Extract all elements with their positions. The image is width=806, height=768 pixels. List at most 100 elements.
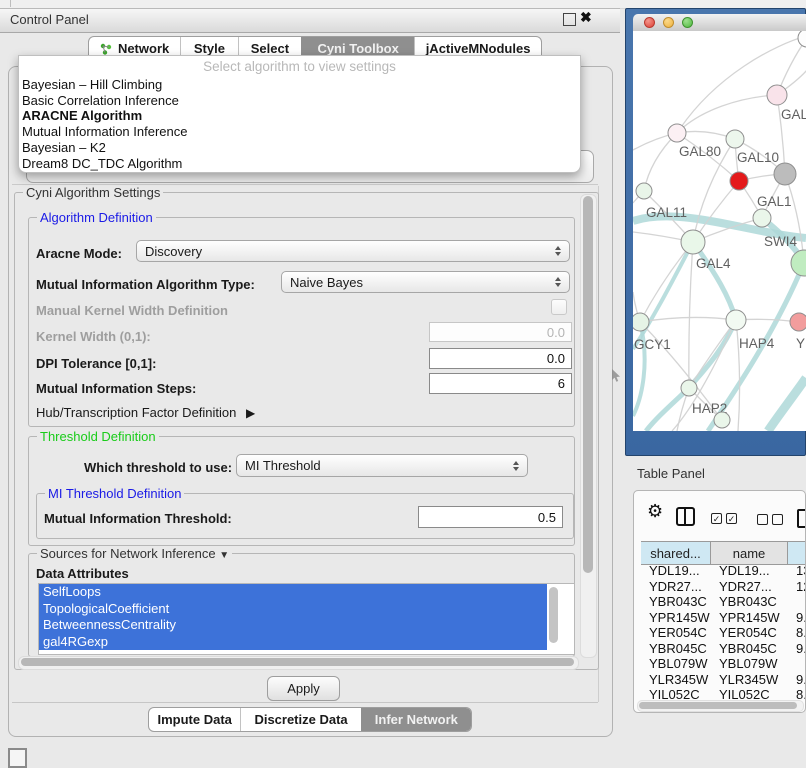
network-node-hap2[interactable] — [681, 380, 697, 396]
column-header-1[interactable]: shared... — [641, 542, 711, 564]
float-panel-mini-icon[interactable] — [8, 748, 27, 768]
table-row[interactable]: YPR145WYPR145W9. — [641, 610, 806, 626]
network-edge[interactable] — [689, 320, 736, 388]
network-node[interactable] — [798, 31, 806, 47]
aracne-mode-combo[interactable]: Discovery — [136, 240, 570, 262]
network-node[interactable] — [774, 163, 796, 185]
tab-discretize-data[interactable]: Discretize Data — [240, 708, 360, 731]
attribute-item[interactable]: SelfLoops — [39, 584, 547, 601]
table-cell[interactable]: YBR045C — [641, 641, 711, 657]
network-node[interactable] — [714, 412, 730, 428]
which-threshold-combo[interactable]: MI Threshold — [236, 454, 528, 477]
table-cell[interactable]: YDR27... — [711, 579, 788, 595]
table-row[interactable]: YLR345WYLR345W9. — [641, 672, 806, 688]
table-row[interactable]: YBL079WYBL079W — [641, 656, 806, 672]
table-cell[interactable]: YDR27... — [641, 579, 711, 595]
zoom-traffic-light-icon[interactable] — [682, 17, 693, 28]
network-node-gal1[interactable] — [730, 172, 748, 190]
list-scrollbar-thumb[interactable] — [549, 587, 558, 643]
network-edge[interactable] — [693, 242, 736, 320]
hub-definition-toggle[interactable]: Hub/Transcription Factor Definition ▶ — [36, 405, 255, 420]
deselect-all-icon[interactable] — [757, 514, 783, 525]
table-row[interactable]: YBR045CYBR045C9. — [641, 641, 806, 657]
network-edge[interactable] — [689, 242, 693, 388]
kernel-width-field[interactable] — [429, 322, 572, 342]
attribute-item[interactable]: BetweennessCentrality — [39, 617, 547, 634]
tab-infer-network[interactable]: Infer Network — [361, 708, 471, 731]
mi-threshold-field[interactable] — [418, 506, 563, 528]
network-node-gal[interactable] — [767, 85, 787, 105]
settings-hscroll-thumb[interactable] — [21, 658, 574, 666]
table-cell[interactable]: YLR345W — [641, 672, 711, 688]
network-edge[interactable] — [768, 378, 806, 431]
table-cell[interactable]: YBR043C — [711, 594, 788, 610]
table-cell[interactable]: YPR145W — [711, 610, 788, 626]
manual-kernel-checkbox[interactable] — [551, 299, 567, 315]
table-cell[interactable]: 12 — [788, 579, 806, 595]
table-cell[interactable]: 8. — [788, 625, 806, 641]
network-window-titlebar[interactable] — [633, 14, 806, 32]
table-hscroll-thumb[interactable] — [639, 702, 797, 709]
table-cell[interactable]: YER054C — [641, 625, 711, 641]
table-cell[interactable]: YIL052C — [641, 687, 711, 700]
algorithm-option[interactable]: Basic Correlation Inference — [22, 93, 577, 109]
table-cell[interactable]: YPR145W — [641, 610, 711, 626]
network-node-hap4[interactable] — [726, 310, 746, 330]
new-table-icon[interactable] — [797, 509, 806, 528]
table-cell[interactable]: 9. — [788, 672, 806, 688]
table-header[interactable]: shared...nameA — [641, 541, 806, 565]
table-row[interactable]: YBR043CYBR043C — [641, 594, 806, 610]
table-row[interactable]: YER054CYER054C8. — [641, 625, 806, 641]
network-node-gal11[interactable] — [636, 183, 652, 199]
table-cell[interactable]: YBR043C — [641, 594, 711, 610]
algorithm-option[interactable]: Bayesian – K2 — [22, 140, 577, 156]
table-row[interactable]: YIL052CYIL052C8. — [641, 687, 806, 700]
table-row[interactable]: YDR27...YDR27...12 — [641, 579, 806, 595]
network-edge[interactable] — [640, 317, 736, 322]
table-cell[interactable]: 9. — [788, 641, 806, 657]
tab-impute-data[interactable]: Impute Data — [149, 708, 240, 731]
table-cell[interactable]: YDL19... — [711, 563, 788, 579]
network-edge[interactable] — [677, 95, 777, 133]
table-cell[interactable]: YIL052C — [711, 687, 788, 700]
minimize-traffic-light-icon[interactable] — [663, 17, 674, 28]
attribute-item[interactable]: gal4RGexp — [39, 634, 547, 651]
network-node[interactable] — [791, 250, 806, 276]
algorithm-option[interactable]: Mutual Information Inference — [22, 124, 577, 140]
network-canvas[interactable]: GALGAL80GAL10GAL1GAL11SWI4GAL4GCY1HAP4YH… — [633, 31, 806, 431]
table-row[interactable]: YDL19...YDL19...13 — [641, 563, 806, 579]
table-cell[interactable]: 13 — [788, 563, 806, 579]
columns-icon[interactable] — [676, 507, 695, 526]
float-panel-icon[interactable] — [563, 13, 576, 26]
dpi-tolerance-field[interactable] — [429, 348, 572, 369]
attribute-item[interactable]: TopologicalCoefficient — [39, 601, 547, 618]
column-header-3[interactable]: A — [788, 542, 806, 564]
network-node-gal10[interactable] — [726, 130, 744, 148]
select-all-icon[interactable]: ✓ ✓ — [711, 513, 737, 524]
close-icon[interactable]: ✖ — [580, 9, 592, 26]
gear-icon[interactable]: ⚙ — [647, 501, 663, 522]
sources-group-title[interactable]: Sources for Network Inference ▼ — [37, 546, 232, 561]
table-cell[interactable]: YLR345W — [711, 672, 788, 688]
algorithm-option[interactable]: Dream8 DC_TDC Algorithm — [22, 156, 577, 172]
settings-vscroll-thumb[interactable] — [583, 196, 593, 573]
mi-steps-field[interactable] — [429, 373, 572, 394]
column-header-2[interactable]: name — [711, 542, 788, 564]
table-cell[interactable]: 9. — [788, 610, 806, 626]
table-cell[interactable] — [788, 656, 806, 672]
table-cell[interactable] — [788, 594, 806, 610]
algorithm-option[interactable]: Bayesian – Hill Climbing — [22, 77, 577, 93]
table-cell[interactable]: YBL079W — [641, 656, 711, 672]
algorithm-option[interactable]: ARACNE Algorithm — [22, 108, 577, 124]
network-node-y[interactable] — [790, 313, 806, 331]
table-cell[interactable]: YDL19... — [641, 563, 711, 579]
network-node-gal80[interactable] — [668, 124, 686, 142]
network-node-gcy1[interactable] — [633, 313, 649, 331]
table-cell[interactable]: 8. — [788, 687, 806, 700]
table-cell[interactable]: YBL079W — [711, 656, 788, 672]
network-node-swi4[interactable] — [753, 209, 771, 227]
table-cell[interactable]: YER054C — [711, 625, 788, 641]
apply-button[interactable]: Apply — [267, 676, 340, 701]
mi-algorithm-type-combo[interactable]: Naive Bayes — [281, 271, 570, 293]
table-cell[interactable]: YBR045C — [711, 641, 788, 657]
